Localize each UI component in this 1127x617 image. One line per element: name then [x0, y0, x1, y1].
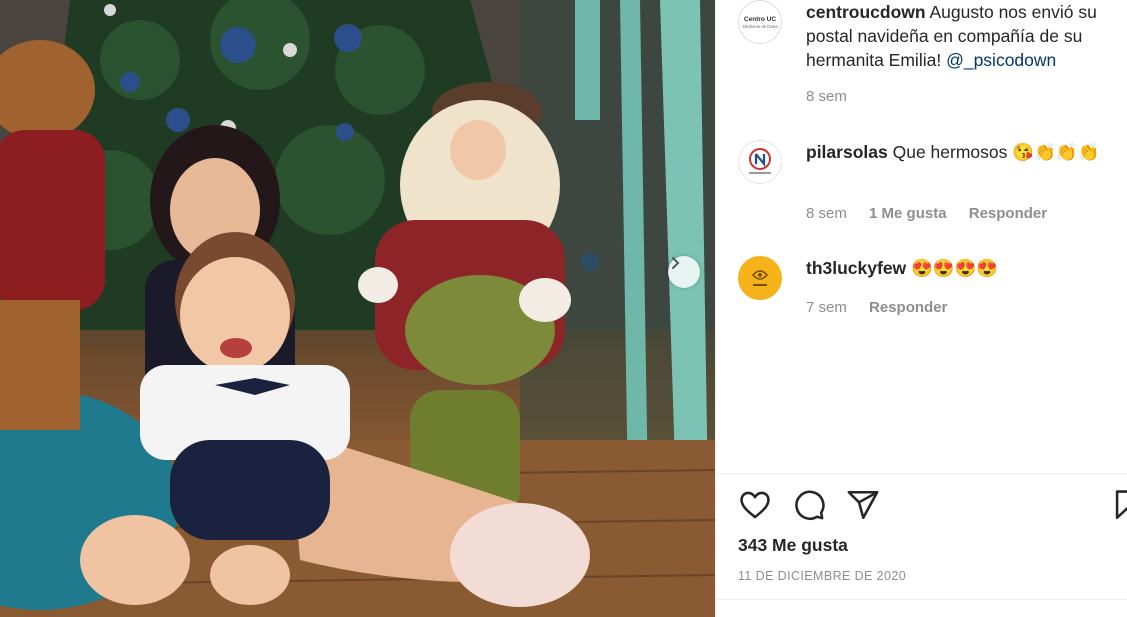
- next-photo-button[interactable]: [668, 256, 700, 288]
- save-button[interactable]: [1110, 488, 1127, 524]
- heart-icon: [740, 491, 770, 519]
- centro-uc-logo: Centro UC Síndrome de Down: [742, 16, 778, 29]
- paper-plane-icon: [847, 490, 879, 520]
- username-link[interactable]: centroucdown: [806, 2, 926, 22]
- avatar-centroucdown[interactable]: Centro UC Síndrome de Down: [738, 0, 782, 44]
- comment-meta: 8 sem 1 Me gusta Responder: [806, 205, 1065, 222]
- comments-panel: Centro UC Síndrome de Down centroucdown …: [715, 0, 1127, 617]
- comment-text: 😍😍😍😍: [911, 258, 999, 278]
- comment-icon: [795, 490, 825, 520]
- reply-button[interactable]: Responder: [969, 205, 1047, 222]
- comment-meta: 7 sem Responder: [806, 299, 965, 316]
- username-link[interactable]: pilarsolas: [806, 142, 888, 162]
- comment-body: pilarsolas Que hermosos 😘👏👏👏: [806, 140, 1121, 164]
- share-button[interactable]: [846, 488, 882, 524]
- comment-button[interactable]: [792, 488, 828, 524]
- comment-time[interactable]: 8 sem: [806, 88, 847, 105]
- comment-text: Que hermosos 😘👏👏👏: [892, 142, 1100, 162]
- lucky-few-logo: [751, 270, 769, 286]
- reply-button[interactable]: Responder: [869, 299, 947, 316]
- avatar-pilarsolas[interactable]: [738, 140, 782, 184]
- bookmark-icon: [1115, 490, 1127, 520]
- caption-text: centroucdown Augusto nos envió su postal…: [806, 0, 1121, 72]
- svg-text:Centro UC: Centro UC: [744, 16, 776, 23]
- photo-illustration: [0, 0, 715, 617]
- divider: [716, 599, 1127, 600]
- comment-time[interactable]: 7 sem: [806, 299, 847, 316]
- divider: [716, 473, 1127, 474]
- username-link[interactable]: th3luckyfew: [806, 258, 906, 278]
- post-date[interactable]: 11 DE DICIEMBRE DE 2020: [738, 569, 906, 583]
- comment-meta: 8 sem: [806, 88, 865, 105]
- like-count[interactable]: 343 Me gusta: [738, 535, 848, 556]
- comment-likes-link[interactable]: 1 Me gusta: [869, 205, 947, 222]
- chevron-right-icon: [672, 257, 680, 269]
- comment-body: th3luckyfew 😍😍😍😍: [806, 256, 1121, 280]
- svg-text:Síndrome de Down: Síndrome de Down: [742, 24, 778, 29]
- post-photo[interactable]: [0, 0, 715, 617]
- comment-time[interactable]: 8 sem: [806, 205, 847, 222]
- avatar-th3luckyfew[interactable]: [738, 256, 782, 300]
- like-button[interactable]: [738, 488, 774, 524]
- mention-link[interactable]: @_psicodown: [946, 50, 1056, 70]
- pilarsolas-logo: [749, 148, 771, 174]
- post-actions: [738, 488, 1127, 528]
